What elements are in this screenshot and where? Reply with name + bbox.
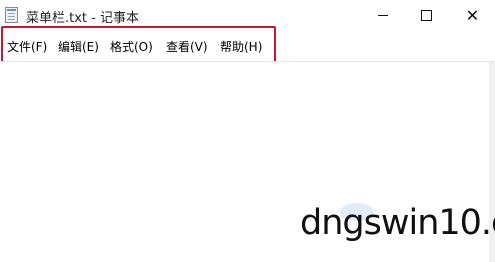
notepad-icon [5, 7, 18, 23]
minimize-icon [377, 14, 388, 16]
maximize-button[interactable] [404, 0, 449, 30]
window-title: 菜单栏.txt - 记事本 [26, 11, 139, 26]
minimize-button[interactable] [360, 0, 405, 30]
close-icon: ✕ [465, 5, 480, 25]
maximize-icon [421, 9, 432, 21]
close-button[interactable]: ✕ [450, 0, 495, 30]
menu-highlight-box [1, 26, 276, 66]
watermark-text: dngswin10.com [300, 203, 495, 243]
notepad-window: 菜单栏.txt - 记事本 ✕ 文件(F) 编辑(E) 格式(O) 查看(V) … [0, 0, 495, 262]
